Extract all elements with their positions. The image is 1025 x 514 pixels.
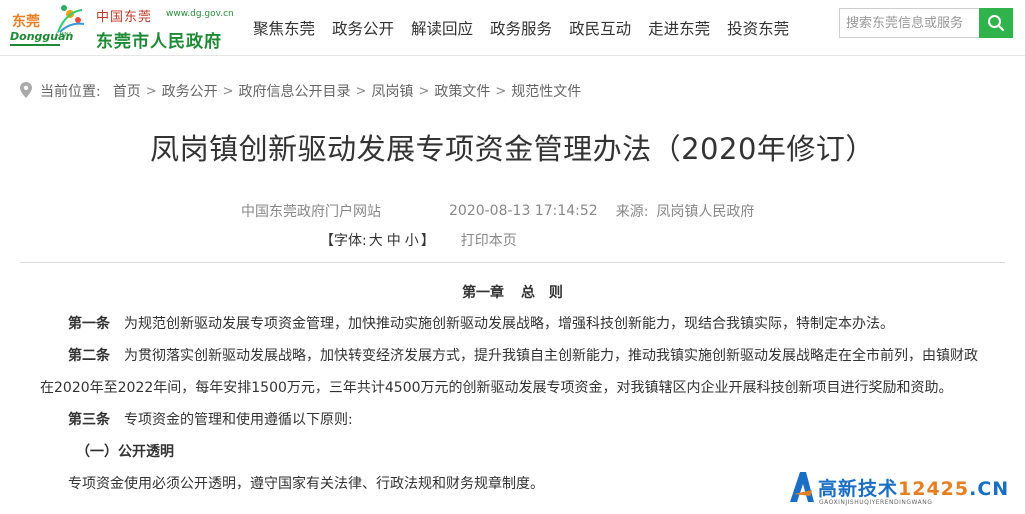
article-1-text: 为规范创新驱动发展专项资金管理，加快推动实施创新驱动发展战略，增强科技创新能力，…: [124, 316, 894, 332]
search-button[interactable]: [979, 8, 1013, 38]
article-2-label: 第二条: [68, 348, 110, 364]
logo-mark-text: 东莞: [12, 13, 40, 30]
watermark-text: 高新技术12425.CN: [818, 474, 1009, 501]
breadcrumb-normative-docs[interactable]: 规范性文件: [511, 81, 581, 101]
breadcrumb-gov-affairs[interactable]: 政务公开: [162, 81, 218, 101]
site-logo[interactable]: 东莞 Dongguan CHINA 中国东莞 www.dg.gov.cn 东莞市…: [8, 2, 234, 52]
watermark-subtext: GAOXINJISHUQIYERENDINGWANG: [819, 499, 933, 506]
logo-mark-china: CHINA: [56, 32, 72, 38]
content-divider: [20, 262, 1005, 263]
article-2: 第二条 为贯彻落实创新驱动发展战略，加快转变经济发展方式，提升我镇自主创新能力，…: [40, 340, 985, 404]
breadcrumb-label: 当前位置:: [40, 84, 101, 100]
breadcrumb-separator: >: [355, 83, 367, 99]
principle-1-heading: （一）公开透明: [76, 444, 174, 460]
nav-item-about[interactable]: 走进东莞: [648, 17, 710, 39]
chapter-number: 第一章: [462, 285, 505, 301]
font-size-label-close: 】: [420, 233, 435, 249]
breadcrumb: 当前位置: 首页 > 政务公开 > 政府信息公开目录 > 凤岗镇 > 政策文件 …: [20, 80, 581, 102]
dongguan-logo-mark: 东莞 Dongguan CHINA: [10, 5, 85, 46]
chapter-title: 总 则: [520, 285, 563, 301]
meta-site: 中国东莞政府门户网站: [241, 204, 381, 220]
nav-item-services[interactable]: 政务服务: [490, 17, 552, 39]
breadcrumb-separator: >: [418, 83, 430, 99]
font-size-label-open: 【字体:: [320, 233, 367, 249]
page-title: 凤岗镇创新驱动发展专项资金管理办法（2020年修订）: [150, 132, 875, 166]
article-3-text: 专项资金的管理和使用遵循以下原则:: [124, 412, 353, 428]
nav-item-interpretation[interactable]: 解读回应: [411, 17, 473, 39]
article-tools: 【字体: 大 中 小 】 打印本页: [320, 229, 517, 251]
logo-government-name: 东莞市人民政府: [96, 32, 222, 52]
breadcrumb-separator: >: [495, 83, 507, 99]
breadcrumb-separator: >: [222, 83, 234, 99]
nav-item-gov-affairs[interactable]: 政务公开: [332, 17, 394, 39]
logo-url: www.dg.gov.cn: [166, 9, 234, 19]
site-header: 东莞 Dongguan CHINA 中国东莞 www.dg.gov.cn 东莞市…: [0, 0, 1025, 56]
breadcrumb-home[interactable]: 首页: [113, 81, 141, 101]
article-meta: 中国东莞政府门户网站 2020-08-13 17:14:52 来源: 凤岗镇人民…: [241, 200, 754, 222]
nav-item-focus[interactable]: 聚焦东莞: [253, 17, 315, 39]
breadcrumb-info-catalog[interactable]: 政府信息公开目录: [239, 81, 351, 101]
breadcrumb-fenggang[interactable]: 凤岗镇: [371, 81, 413, 101]
meta-publish-time: 2020-08-13 17:14:52: [449, 203, 598, 219]
meta-source: 凤岗镇人民政府: [656, 204, 755, 220]
watermark-text-main: 高新技术: [818, 478, 899, 500]
search-input[interactable]: [839, 8, 979, 38]
search-icon: [988, 15, 1005, 32]
font-size-large[interactable]: 大: [369, 230, 383, 250]
font-size-small[interactable]: 小: [405, 230, 419, 250]
article-body: 第一章 总 则 第一条 为规范创新驱动发展专项资金管理，加快推动实施创新驱动发展…: [40, 278, 985, 500]
article-2-text: 为贯彻落实创新驱动发展战略，加快转变经济发展方式，提升我镇自主创新能力，推动我镇…: [40, 348, 978, 396]
breadcrumb-policy-docs[interactable]: 政策文件: [434, 81, 490, 101]
meta-source-label: 来源:: [615, 204, 649, 220]
watermark-logo-icon: [790, 472, 814, 502]
main-nav: 聚焦东莞 政务公开 解读回应 政务服务 政民互动 走进东莞 投资东莞: [253, 0, 806, 56]
watermark-number: 12425: [898, 478, 970, 500]
logo-china-dongguan: 中国东莞: [96, 10, 153, 25]
chapter-heading: 第一章 总 则: [40, 278, 985, 308]
nav-item-invest[interactable]: 投资东莞: [727, 17, 789, 39]
nav-item-interaction[interactable]: 政民互动: [569, 17, 631, 39]
breadcrumb-separator: >: [145, 83, 157, 99]
watermark-tld: .CN: [969, 478, 1010, 500]
location-pin-icon: [20, 82, 34, 100]
article-3-label: 第三条: [68, 412, 110, 428]
article-3: 第三条 专项资金的管理和使用遵循以下原则:: [40, 404, 985, 436]
article-1: 第一条 为规范创新驱动发展专项资金管理，加快推动实施创新驱动发展战略，增强科技创…: [40, 308, 985, 340]
article-1-label: 第一条: [68, 316, 110, 332]
font-size-medium[interactable]: 中: [387, 230, 401, 250]
print-page-link[interactable]: 打印本页: [461, 230, 517, 250]
site-watermark: 高新技术12425.CN GAOXINJISHUQIYERENDINGWANG: [788, 468, 1025, 514]
